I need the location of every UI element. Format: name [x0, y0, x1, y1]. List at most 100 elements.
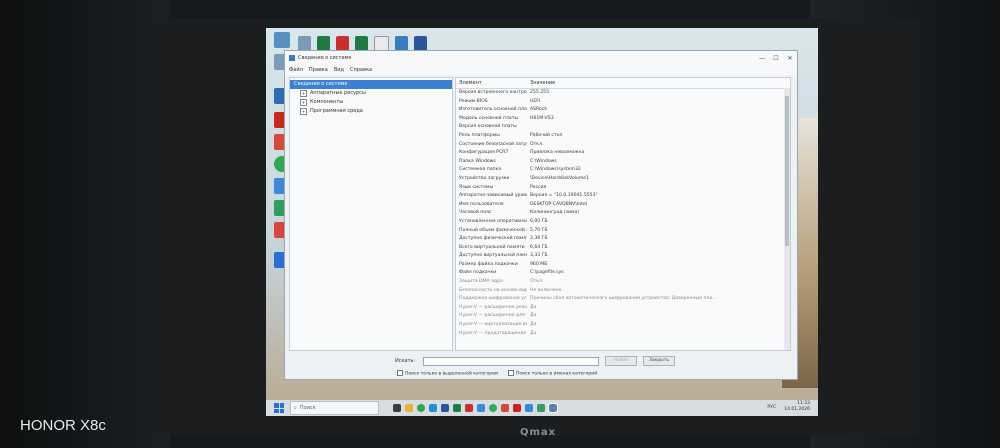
excel-icon[interactable] [317, 36, 330, 51]
cell-value: Откл. [530, 141, 544, 147]
table-row[interactable]: Файл подкачки C:\pagefile.sys [456, 269, 790, 278]
expand-icon[interactable]: + [300, 90, 307, 97]
tree-item-label: Программная среда [310, 108, 363, 114]
table-row[interactable]: Hyper-V — расширения режи... Да [456, 304, 790, 313]
maximize-button[interactable]: ☐ [769, 55, 783, 62]
table-row[interactable]: Версия основной платы [456, 123, 790, 132]
grid-header: Элемент Значение [456, 78, 790, 89]
edge-icon[interactable] [429, 404, 437, 412]
tree-item[interactable]: + Аппаратные ресурсы [290, 89, 452, 98]
minimize-button[interactable]: — [755, 55, 769, 62]
whatsapp-icon[interactable] [489, 404, 497, 412]
table-row[interactable]: Поддержка шифрования устр...Причины сбоя… [456, 295, 790, 304]
cell-item: Режим BIOS [459, 98, 488, 104]
table-row[interactable]: Установленная оперативная п...6,00 ГБ [456, 218, 790, 227]
tree-item[interactable]: + Компоненты [290, 98, 452, 107]
table-row[interactable]: Режим BIOS UEFI [456, 98, 790, 107]
table-row[interactable]: Часовой пояс Калининград (зима) [456, 209, 790, 218]
cell-item: Версия встроенного контроля... [459, 90, 527, 95]
checkbox-category-names[interactable]: Поиск только в именах категорий [507, 369, 597, 376]
find-input[interactable] [423, 356, 599, 366]
chrome-icon[interactable] [417, 404, 425, 412]
word-icon[interactable] [414, 36, 427, 51]
youtube-icon[interactable] [513, 404, 521, 412]
close-find-button[interactable]: Закрыть [643, 356, 675, 366]
table-row[interactable]: Полный объем физической па...5,70 ГБ [456, 227, 790, 236]
cell-item: Состояние безопасной загру... [459, 141, 527, 147]
desktop-shortcut-icon[interactable] [274, 32, 290, 48]
vertical-scrollbar[interactable] [784, 88, 790, 350]
table-row[interactable]: Устройство загрузки \Device\HarddiskVolum… [456, 175, 790, 184]
shortcut-icon[interactable] [395, 36, 408, 51]
cell-item: Hyper-V — расширения режи... [459, 304, 527, 310]
excel-icon[interactable] [355, 36, 368, 51]
checkbox-selected-category[interactable]: Поиск только в выделенной категории [397, 369, 498, 376]
table-row[interactable]: Hyper-V — виртуализация вкл...Да [456, 321, 790, 330]
table-row[interactable]: Состояние безопасной загру... Откл. [456, 141, 790, 150]
menu-file[interactable]: Файл [289, 67, 303, 73]
cell-value: Калининград (зима) [530, 210, 580, 216]
table-row[interactable]: Аппаратно-зависимый уровен...Версия = "1… [456, 192, 790, 201]
table-row[interactable]: Размер файла подкачки 960 МБ [456, 261, 790, 270]
system-clock[interactable]: 11:33 14.01.2026 [784, 401, 810, 413]
app-icon[interactable] [477, 404, 485, 412]
column-header-value[interactable]: Значение [527, 80, 790, 86]
find-button[interactable]: Найти [605, 356, 637, 366]
shortcut-icon[interactable] [336, 36, 349, 51]
title-bar[interactable]: Сведения о системе — ☐ ✕ [285, 51, 797, 65]
taskbar-search[interactable]: ⌕ Поиск [290, 401, 379, 415]
menu-edit[interactable]: Правка [309, 67, 328, 73]
table-row[interactable]: Папка Windows C:\Windows [456, 158, 790, 167]
table-row[interactable]: Защита DMA ядра Откл. [456, 278, 790, 287]
system-info-taskbar-icon[interactable] [548, 403, 558, 413]
column-header-item[interactable]: Элемент [456, 80, 527, 86]
checkbox-icon[interactable] [507, 369, 514, 376]
table-row[interactable]: Имя пользователя DESKTOP-CAVQBNV\Intel [456, 201, 790, 210]
cell-value: 6,00 ГБ [530, 218, 548, 224]
cell-item: Устройство загрузки [459, 175, 510, 181]
menu-view[interactable]: Вид [334, 67, 344, 73]
table-row[interactable]: Модель основной платы H61M-VS3 [456, 115, 790, 124]
powerpoint-icon[interactable] [465, 404, 473, 412]
tree-item[interactable]: Сведения о системе [290, 80, 452, 89]
menu-help[interactable]: Справка [350, 67, 372, 73]
table-row[interactable]: Всего виртуальной памяти 6,64 ГБ [456, 244, 790, 253]
expand-icon[interactable]: + [300, 99, 307, 106]
cell-value: 255.255 [530, 90, 549, 95]
table-row[interactable]: Hyper-V — предотвращение в...Да [456, 330, 790, 339]
table-row[interactable]: Доступно виртуальной памяти 3,33 ГБ [456, 252, 790, 261]
table-row[interactable]: Hyper-V — расширения для т... Да [456, 312, 790, 321]
windows-start-icon[interactable] [274, 403, 284, 413]
expand-icon[interactable]: + [300, 108, 307, 115]
cell-value: Привязка невозможна [530, 150, 585, 156]
app-icon[interactable] [525, 404, 533, 412]
word-icon[interactable] [441, 404, 449, 412]
task-view-icon[interactable] [393, 404, 401, 412]
table-row[interactable]: Роль платформы Рабочий стол [456, 132, 790, 141]
checkbox-icon[interactable] [397, 369, 403, 376]
find-bar: Искать: Найти Закрыть [289, 355, 791, 367]
cell-value: Не включено [530, 287, 562, 293]
app-icon[interactable] [537, 404, 545, 412]
tree-item[interactable]: + Программная среда [290, 107, 452, 116]
excel-icon[interactable] [453, 404, 461, 412]
scrollbar-thumb[interactable] [785, 96, 789, 246]
table-row[interactable]: Конфигурация PCR7 Привязка невозможна [456, 149, 790, 158]
tree-item-label: Компоненты [310, 99, 344, 105]
table-row[interactable]: Доступно физической памяти 2,36 ГБ [456, 235, 790, 244]
table-row[interactable]: Изготовитель основной платы ASRock [456, 106, 790, 115]
details-grid: Элемент Значение Версия встроенного конт… [455, 77, 791, 351]
cell-value: C:\Windows\system32 [530, 167, 581, 173]
table-row[interactable]: Системная папка C:\Windows\system32 [456, 166, 790, 175]
table-row[interactable]: Язык системы Россия [456, 184, 790, 193]
close-button[interactable]: ✕ [783, 55, 797, 62]
yandex-icon[interactable] [501, 404, 509, 412]
cell-item: Файл подкачки [459, 270, 497, 276]
table-row[interactable]: Безопасность на основе вирту...Не включе… [456, 287, 790, 296]
cell-item: Полный объем физической па... [459, 227, 527, 233]
cell-value: 2,36 ГБ [530, 236, 548, 242]
shortcut-icon[interactable] [298, 36, 311, 51]
language-indicator[interactable]: РУС [767, 405, 776, 410]
file-explorer-icon[interactable] [405, 404, 413, 412]
table-row[interactable]: Версия встроенного контроля...255.255 [456, 89, 790, 98]
